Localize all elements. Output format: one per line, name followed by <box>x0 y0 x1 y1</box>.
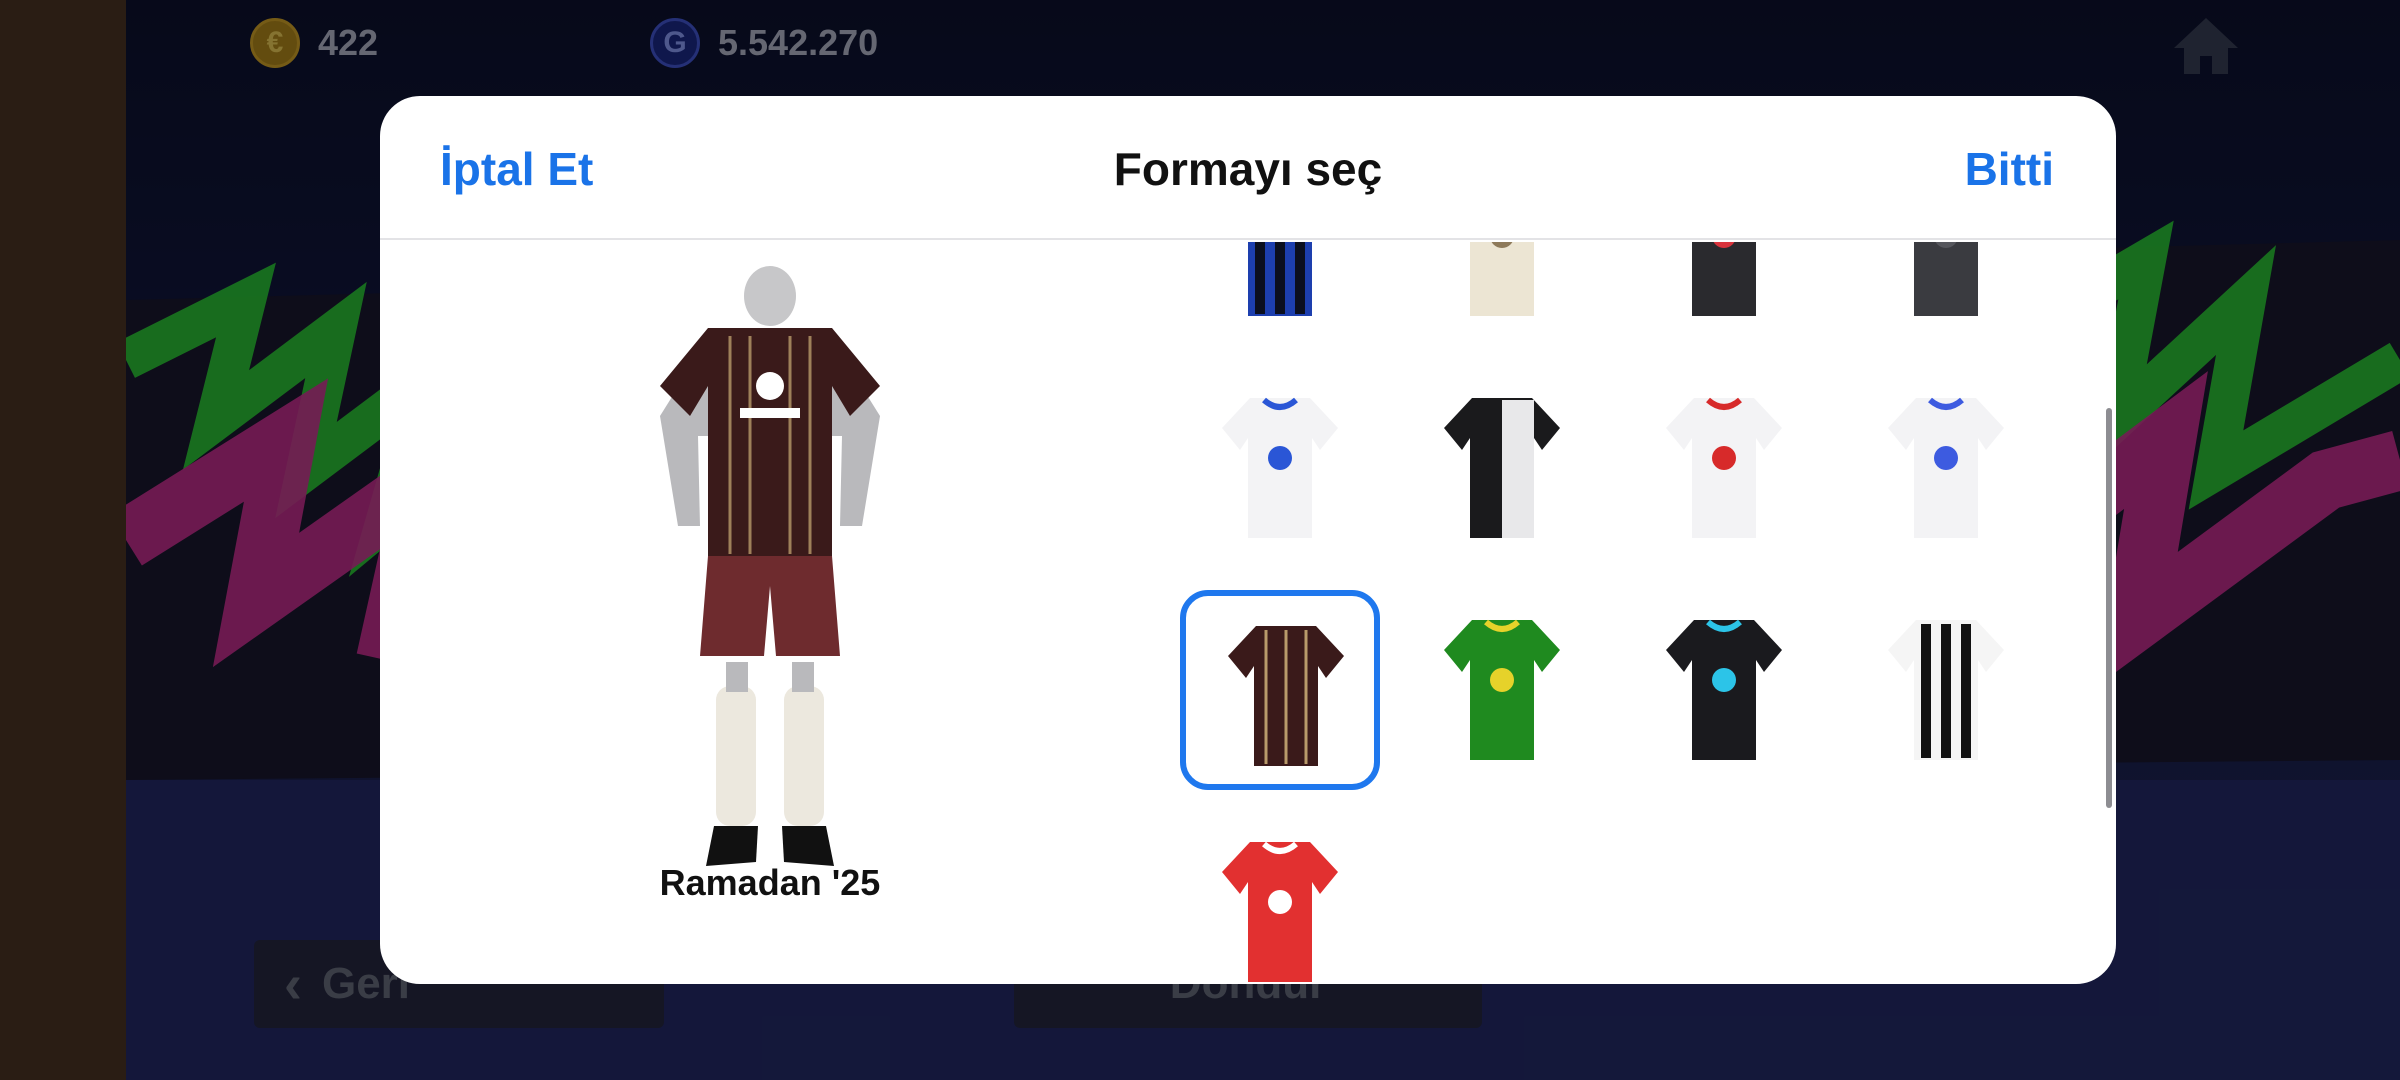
kit-preview-mannequin <box>660 266 880 866</box>
jersey-icon <box>1666 619 1782 760</box>
kit-option-3[interactable] <box>1624 242 1824 346</box>
jersey-icon <box>1888 620 2004 760</box>
selected-kit-name: Ramadan '25 <box>659 862 881 903</box>
jersey-icon <box>1666 397 1782 538</box>
kit-option-1[interactable] <box>1180 242 1380 346</box>
dialog-header: İptal Et Formayı seç Bitti <box>380 96 2116 240</box>
left-letterbox <box>0 0 126 1080</box>
kit-option-10[interactable] <box>1402 590 1602 790</box>
dialog-title: Formayı seç <box>1113 143 1383 195</box>
jersey-icon <box>1444 398 1560 538</box>
jersey-icon <box>1444 619 1560 760</box>
kit-option-6[interactable] <box>1402 368 1602 568</box>
kit-option-8[interactable] <box>1846 368 2046 568</box>
kit-option-5[interactable] <box>1180 368 1380 568</box>
kit-option-9[interactable] <box>1180 590 1380 790</box>
jersey-icon <box>1888 397 2004 538</box>
kit-grid[interactable] <box>1180 242 2060 984</box>
kit-option-4[interactable] <box>1846 242 2046 346</box>
jersey-icon <box>1222 397 1338 538</box>
kit-select-dialog: İptal Et Formayı seç Bitti Ramadan '25 <box>380 96 2116 984</box>
jersey-icon <box>1470 242 1534 316</box>
kit-option-13[interactable] <box>1180 812 1380 984</box>
jersey-icon <box>1228 626 1344 766</box>
jersey-icon <box>1248 242 1312 316</box>
jersey-icon <box>1914 242 1978 316</box>
jersey-icon <box>1222 841 1338 982</box>
kit-option-12[interactable] <box>1846 590 2046 790</box>
kit-grid-scrollbar[interactable] <box>2106 408 2112 808</box>
jersey-icon <box>1692 242 1756 316</box>
kit-option-2[interactable] <box>1402 242 1602 346</box>
kit-option-7[interactable] <box>1624 368 1824 568</box>
done-button[interactable]: Bitti <box>1965 142 2054 196</box>
kit-option-11[interactable] <box>1624 590 1824 790</box>
